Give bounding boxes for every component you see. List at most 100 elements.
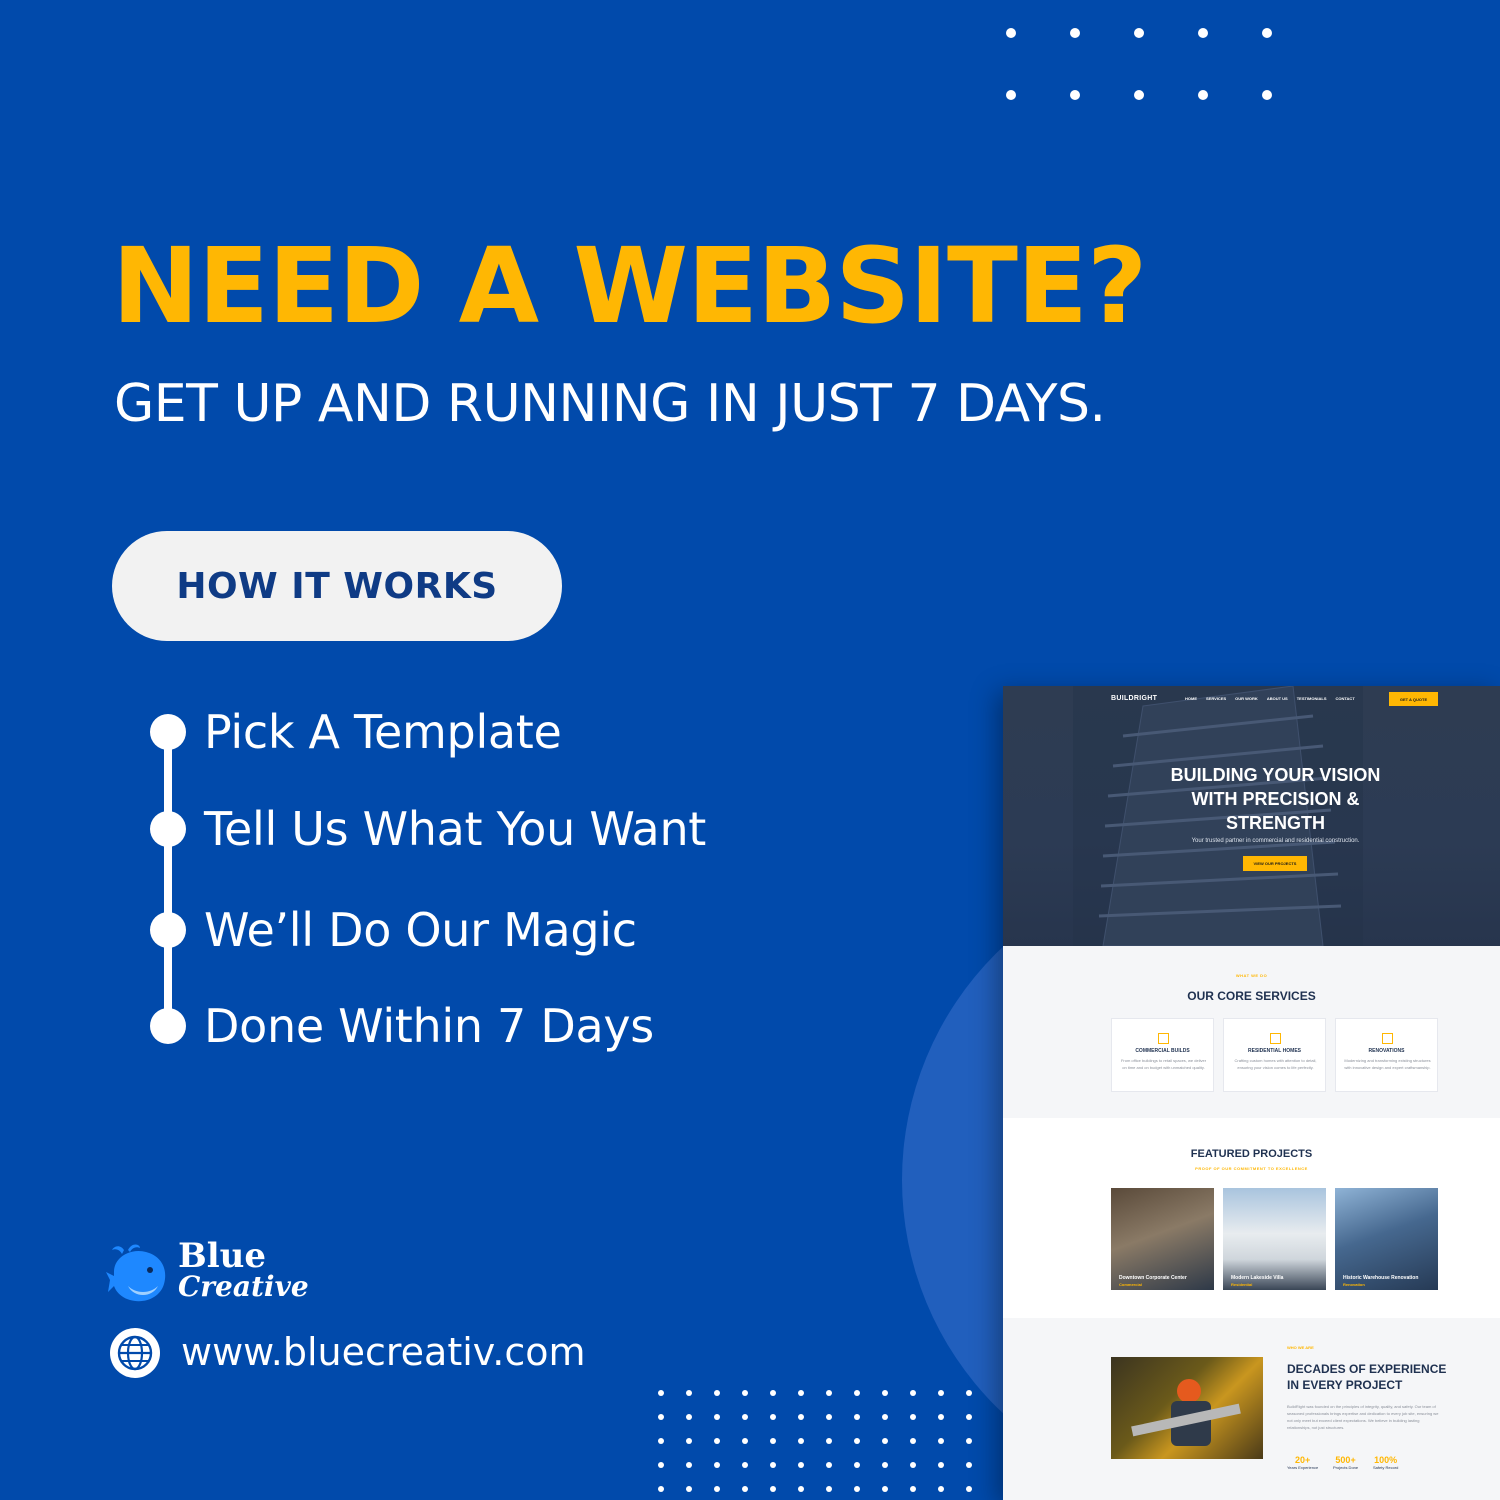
decorative-dot (1134, 28, 1144, 38)
mockup-service-card-title: RESIDENTIAL HOMES (1248, 1048, 1301, 1054)
mockup-stat-value: 500+ (1335, 1455, 1356, 1465)
mockup-project-tag: Commercial (1119, 1282, 1142, 1287)
decorative-dot (714, 1390, 720, 1396)
mockup-projects-title: FEATURED PROJECTS (1190, 1148, 1313, 1160)
mockup-project-tag: Renovation (1343, 1282, 1365, 1287)
decorative-dot (938, 1486, 944, 1492)
mockup-about-title: DECADES OF EXPERIENCE IN EVERY PROJECT (1287, 1362, 1447, 1392)
step-item: We’ll Do Our Magic (150, 903, 637, 957)
decorative-dot (770, 1438, 776, 1444)
mockup-view-projects-button[interactable]: VIEW OUR PROJECTS (1243, 856, 1307, 871)
decorative-dot (966, 1438, 972, 1444)
mockup-nav-link[interactable]: SERVICES (1206, 696, 1226, 701)
decorative-dot (1262, 28, 1272, 38)
mockup-service-card-text: Modernizing and transforming existing st… (1344, 1058, 1431, 1070)
step-dot (150, 811, 186, 847)
mockup-worker-photo (1111, 1357, 1263, 1459)
mockup-stat-label: Years Experience (1287, 1465, 1319, 1470)
decorative-dot (798, 1462, 804, 1468)
mockup-service-card-text: From office buildings to retail spaces, … (1120, 1058, 1207, 1070)
decorative-dot (686, 1390, 692, 1396)
decorative-dot (938, 1438, 944, 1444)
decorative-dot (826, 1462, 832, 1468)
decorative-dot (854, 1462, 860, 1468)
decorative-dot (714, 1414, 720, 1420)
decorative-dot (658, 1486, 664, 1492)
step-item: Tell Us What You Want (150, 802, 706, 856)
decorative-dot (742, 1486, 748, 1492)
decorative-dot (798, 1486, 804, 1492)
decorative-dot (658, 1438, 664, 1444)
mockup-brand: BUILDRIGHT (1111, 695, 1158, 702)
mockup-hero: BUILDRIGHT HOME SERVICES OUR WORK ABOUT … (1003, 686, 1500, 946)
mockup-service-card-text: Crafting custom homes with attention to … (1234, 1058, 1317, 1070)
decorative-dot (714, 1438, 720, 1444)
decorative-dot (686, 1462, 692, 1468)
decorative-dot (882, 1438, 888, 1444)
mockup-project-card[interactable]: Historic Warehouse Renovation Renovation (1335, 1188, 1438, 1290)
whale-icon (106, 1244, 166, 1302)
decorative-dot (910, 1486, 916, 1492)
step-label: Pick A Template (204, 705, 562, 759)
mockup-stat-label: Safety Record (1373, 1465, 1399, 1470)
mockup-service-card: RENOVATIONS Modernizing and transforming… (1335, 1018, 1438, 1092)
mockup-service-card-title: RENOVATIONS (1368, 1048, 1405, 1054)
mockup-services-section: WHAT WE DO OUR CORE SERVICES COMMERCIAL … (1003, 946, 1500, 1118)
decorative-dot (658, 1414, 664, 1420)
step-label: Tell Us What You Want (204, 802, 707, 856)
decorative-dot (938, 1462, 944, 1468)
brand-logo: Blue Creative (106, 1236, 336, 1316)
mockup-stat-label: Projects Done (1333, 1465, 1359, 1470)
decorative-dot (770, 1390, 776, 1396)
mockup-about-text: BuildRight was founded on the principles… (1287, 1404, 1439, 1430)
mockup-project-name: Modern Lakeside Villa (1231, 1275, 1284, 1281)
decorative-dot (798, 1390, 804, 1396)
step-item: Pick A Template (150, 705, 562, 759)
decorative-dot-grid-top (1006, 28, 1278, 106)
brand-name-line2: Creative (178, 1270, 309, 1303)
decorative-dot (826, 1390, 832, 1396)
mockup-service-card: COMMERCIAL BUILDS From office buildings … (1111, 1018, 1214, 1092)
decorative-dot (882, 1462, 888, 1468)
mockup-service-card-title: COMMERCIAL BUILDS (1135, 1048, 1190, 1054)
decorative-dot (910, 1438, 916, 1444)
mockup-quote-button[interactable]: GET A QUOTE (1389, 692, 1438, 706)
mockup-project-name: Downtown Corporate Center (1119, 1275, 1187, 1281)
mockup-nav-link[interactable]: CONTACT (1336, 696, 1355, 701)
mockup-nav-link[interactable]: HOME (1185, 696, 1197, 701)
headline: NEED A WEBSITE? (112, 225, 1147, 347)
decorative-dot (658, 1390, 664, 1396)
mockup-stat: 20+ Years Experience (1287, 1455, 1318, 1470)
step-dot (150, 912, 186, 948)
mockup-projects-subtitle: PROOF OF OUR COMMITMENT TO EXCELLENCE (1195, 1166, 1308, 1171)
step-label: Done Within 7 Days (204, 999, 654, 1053)
building-icon (1158, 1033, 1169, 1044)
decorative-dot (686, 1414, 692, 1420)
decorative-dot (854, 1390, 860, 1396)
decorative-dot (882, 1486, 888, 1492)
decorative-dot (798, 1414, 804, 1420)
decorative-dot (966, 1486, 972, 1492)
decorative-dot (770, 1414, 776, 1420)
mockup-projects-section: FEATURED PROJECTS PROOF OF OUR COMMITMEN… (1003, 1118, 1500, 1318)
website-mockup: BUILDRIGHT HOME SERVICES OUR WORK ABOUT … (1003, 686, 1500, 1500)
mockup-services-eyebrow: WHAT WE DO (1235, 973, 1268, 978)
decorative-dot (854, 1438, 860, 1444)
mockup-project-card[interactable]: Modern Lakeside Villa Residential (1223, 1188, 1326, 1290)
decorative-dot (938, 1390, 944, 1396)
mockup-stat: 500+ Projects Done (1333, 1455, 1358, 1470)
decorative-dot (826, 1486, 832, 1492)
mockup-nav-link[interactable]: ABOUT US (1267, 696, 1288, 701)
mockup-nav-links: HOME SERVICES OUR WORK ABOUT US TESTIMON… (1185, 696, 1355, 701)
step-dot (150, 1008, 186, 1044)
mockup-about-eyebrow: WHO WE ARE (1287, 1345, 1314, 1350)
mockup-about-section: WHO WE ARE DECADES OF EXPERIENCE IN EVER… (1003, 1318, 1500, 1500)
decorative-dot (1006, 28, 1016, 38)
decorative-dot (966, 1390, 972, 1396)
decorative-dot (1006, 90, 1016, 100)
mockup-nav-link[interactable]: TESTIMONIALS (1297, 696, 1327, 701)
mockup-nav-link[interactable]: OUR WORK (1235, 696, 1258, 701)
website-url[interactable]: www.bluecreativ.com (181, 1330, 586, 1374)
decorative-dot (770, 1486, 776, 1492)
mockup-project-card[interactable]: Downtown Corporate Center Commercial (1111, 1188, 1214, 1290)
